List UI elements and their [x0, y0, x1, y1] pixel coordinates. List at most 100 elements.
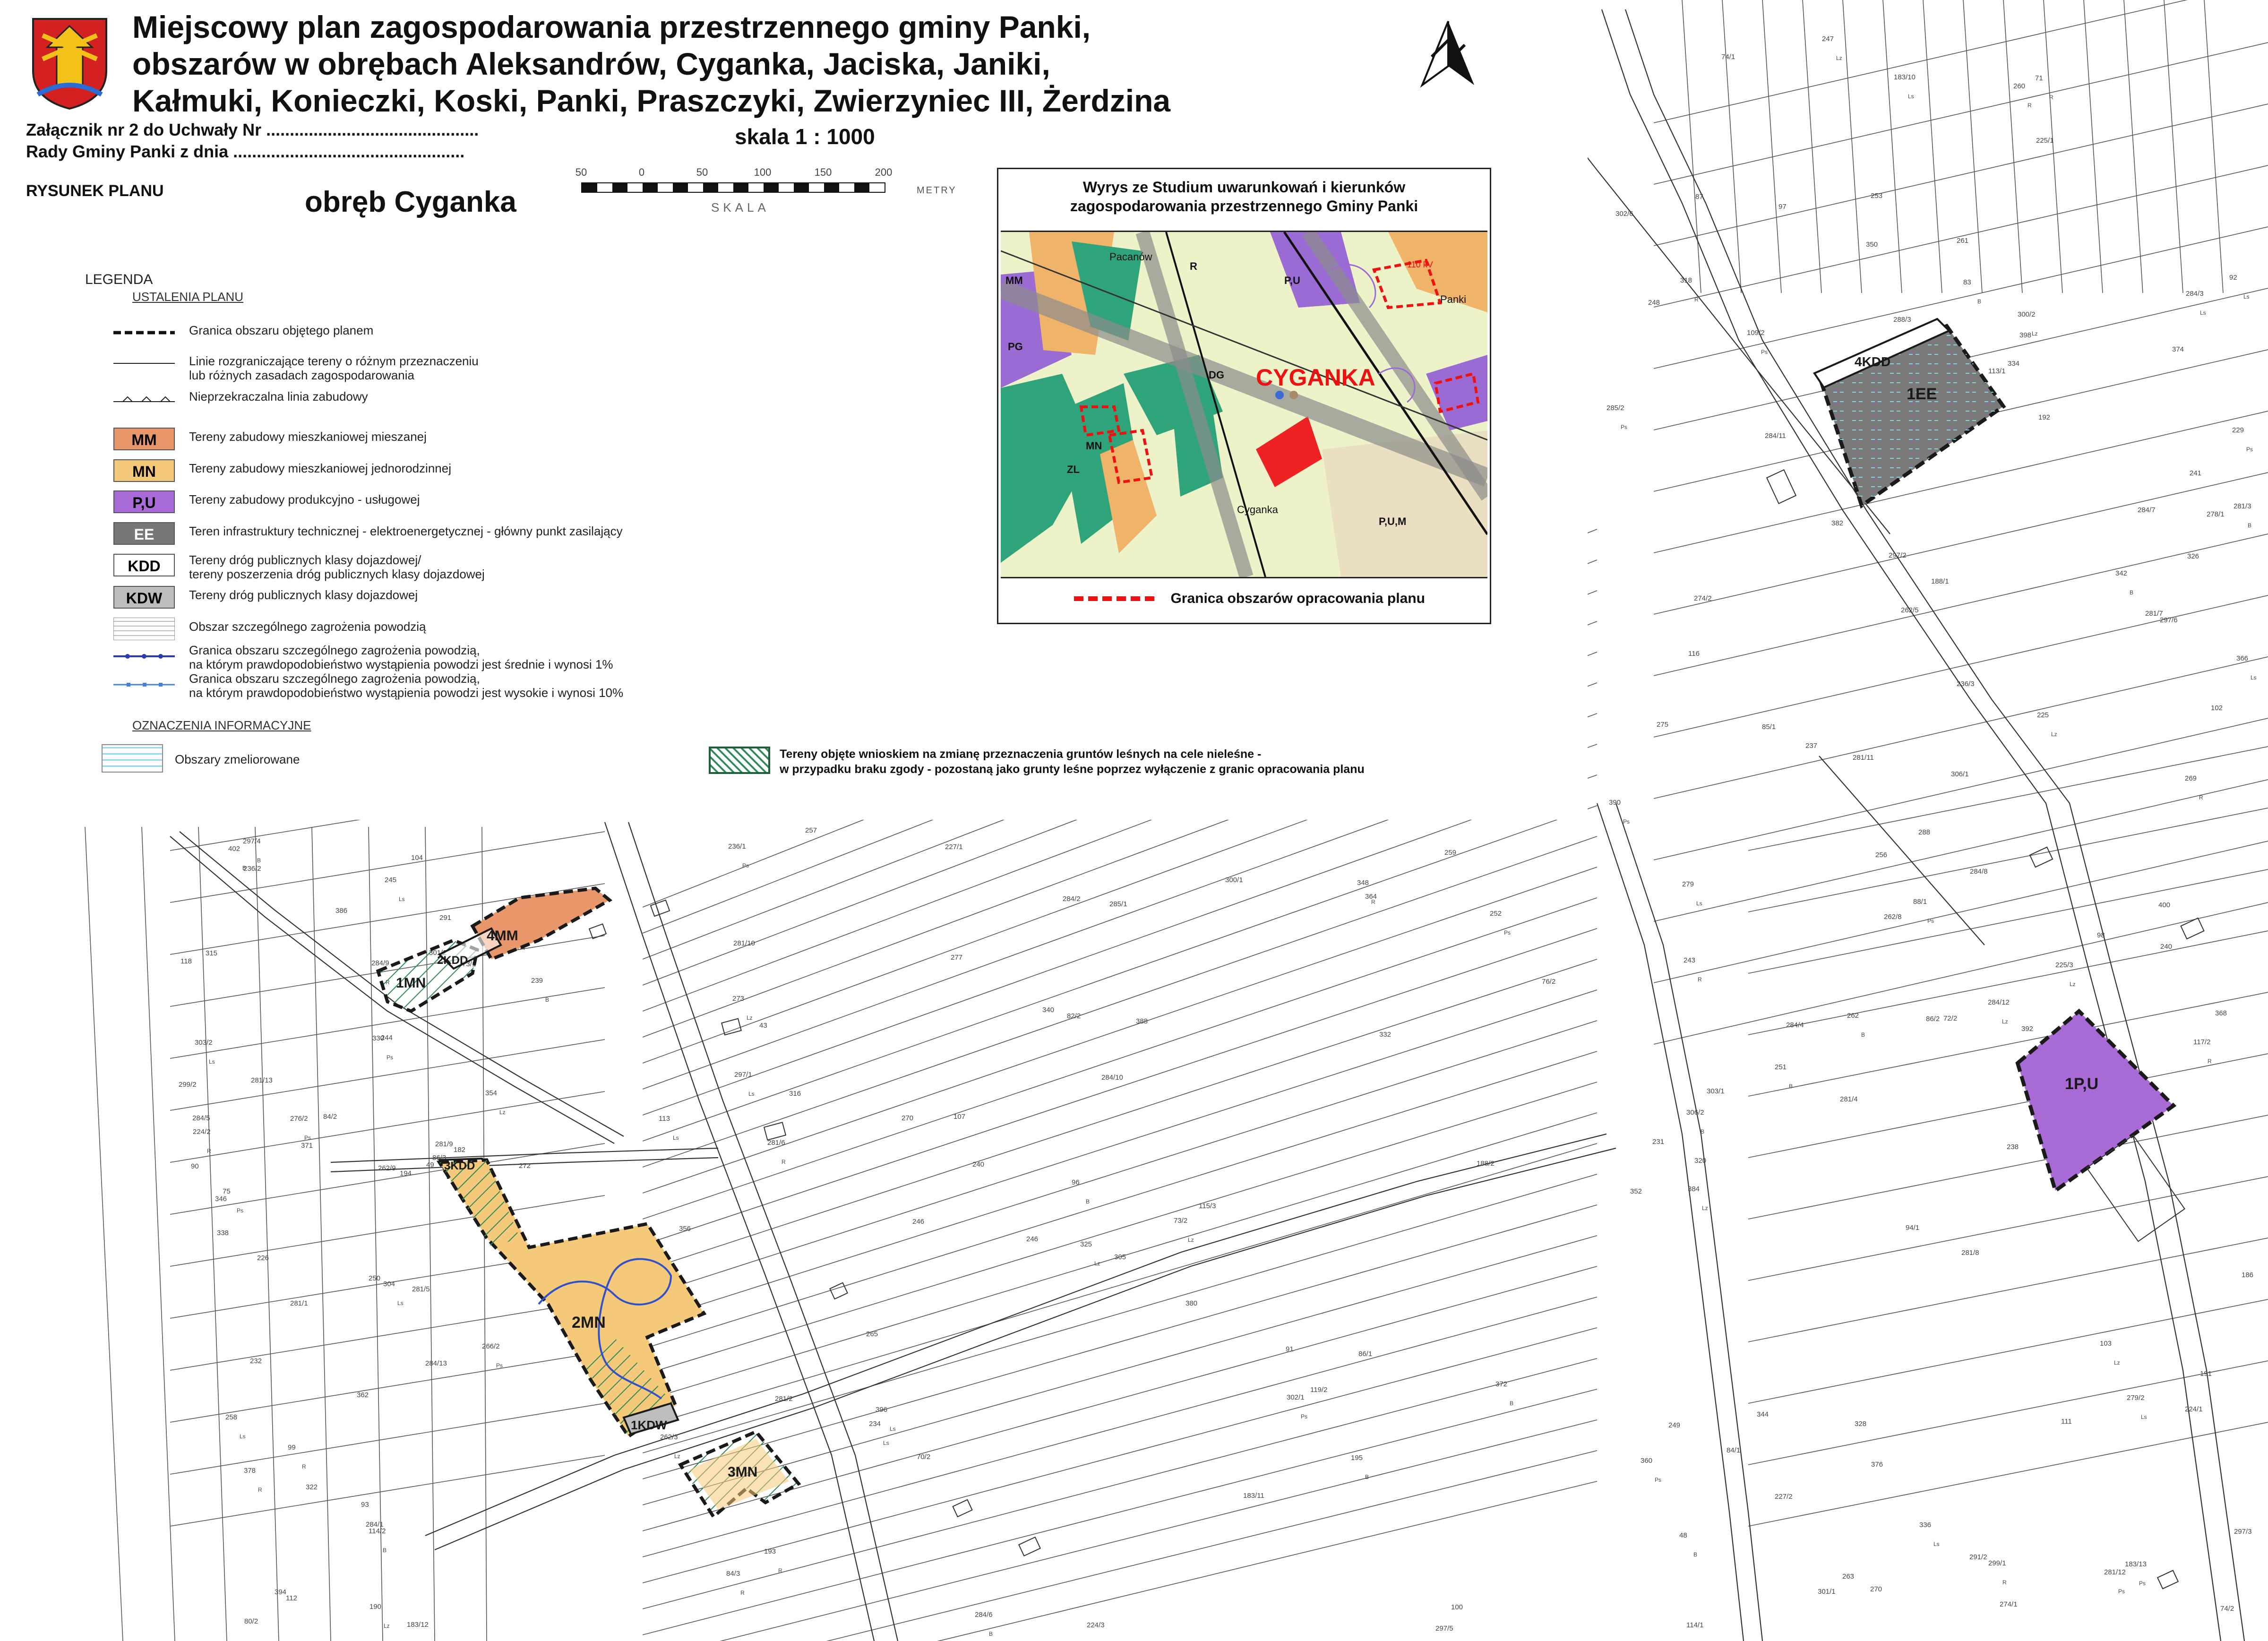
parcel-number: 246	[1026, 1235, 1038, 1243]
parcel-number: 231	[1652, 1138, 1664, 1146]
parcel-number: 84/3	[726, 1570, 740, 1578]
parcel-line	[642, 1389, 1598, 1635]
label-1pu: 1P,U	[2065, 1075, 2098, 1093]
parcel-number: 316	[789, 1090, 801, 1098]
parcel-number: 305	[1114, 1253, 1126, 1261]
parcel-number: 302/1	[1287, 1393, 1305, 1401]
map-sheet: 304Ls434748B4970/271R72/273/173/2Lz74/17…	[0, 0, 2268, 1641]
land-use-symbol: Ls	[748, 1091, 755, 1097]
parcel-number: 85/1	[1762, 723, 1776, 731]
parcel-line	[255, 826, 279, 1641]
parcel-number: 326	[2187, 552, 2199, 560]
parcel-line	[1748, 746, 2268, 851]
parcel-number: 117/2	[2193, 1038, 2210, 1046]
land-use-symbol: Lz	[2051, 731, 2057, 738]
parcel-number: 384	[1688, 1185, 1700, 1193]
inset-label: Panki	[1440, 293, 1466, 305]
parcel-number: 107	[954, 1113, 965, 1121]
inset-title-line-2: zagospodarowania przestrzennego Gminy Pa…	[1070, 198, 1418, 215]
land-use-symbol: B	[1701, 1128, 1704, 1135]
parcel-number: 306/1	[1951, 770, 1969, 778]
parcel-number: 388	[1136, 1017, 1148, 1025]
parcel-number: 90	[191, 1162, 199, 1170]
land-use-symbol: B	[383, 1547, 387, 1554]
parcel-number: 102	[2211, 704, 2223, 712]
land-use-symbol: Ps	[1504, 929, 1511, 936]
parcel-number: 259	[1444, 849, 1456, 857]
parcel-number: 88/1	[1913, 898, 1927, 906]
parcel-number: 297/4	[243, 837, 261, 845]
parcel-number: 112	[286, 1594, 297, 1602]
parcel-line	[642, 1204, 1598, 1479]
parcel-line	[1653, 779, 2268, 922]
parcel-number: 243	[1684, 956, 1695, 964]
parcel-number: 336	[1919, 1521, 1931, 1529]
legend-symbol	[113, 352, 175, 375]
parcel-number: 281/11	[1853, 754, 1874, 762]
land-use-symbol: R	[782, 1159, 786, 1165]
parcel-number: 94/1	[1906, 1224, 1919, 1232]
land-use-symbol: Ps	[2246, 446, 2253, 453]
parcel-number: 84/2	[323, 1113, 337, 1121]
parcel-number: 91	[1286, 1345, 1294, 1353]
label-2mn: 2MN	[572, 1314, 606, 1332]
land-use-symbol: Ps	[1761, 349, 1768, 355]
parcel-number: 195	[1351, 1454, 1363, 1462]
land-use-symbol: R	[2208, 1058, 2212, 1065]
land-use-symbol: R	[1694, 296, 1699, 303]
parcel-number: 284/10	[1101, 1074, 1123, 1082]
parcel-number: 183/11	[1243, 1492, 1264, 1500]
parcel-number: 302/6	[1615, 210, 1633, 218]
parcel-number: 281/9	[435, 1140, 453, 1148]
label-2kdd: 2KDD	[437, 954, 468, 967]
parcel-number: 245	[385, 876, 396, 884]
land-use-symbol: B	[1510, 1400, 1513, 1407]
parcel-number: 306/2	[1686, 1108, 1704, 1117]
legend-section-plan: USTALENIA PLANU	[132, 290, 244, 304]
land-use-symbol: Ls	[240, 1433, 246, 1440]
parcel-number: 273	[732, 995, 744, 1003]
parcel-number: 281/3	[2234, 502, 2251, 510]
parcel-number: 113/1	[1988, 367, 2005, 375]
legend-text: Granica obszaru szczególnego zagrożenia …	[189, 671, 480, 686]
parcel-number: 266/2	[482, 1342, 500, 1350]
parcel-number: 80/2	[244, 1617, 258, 1625]
legend-code: EE	[113, 522, 175, 545]
scale-tick: 50	[696, 166, 708, 178]
land-use-symbol: B	[1861, 1031, 1865, 1038]
parcel-number: 225	[2037, 711, 2049, 719]
parcel-number: 303/2	[195, 1039, 213, 1047]
land-use-symbol: Ps	[1623, 818, 1630, 825]
parcel-number: 352	[1630, 1187, 1642, 1195]
scale-tick: 50	[575, 166, 587, 178]
parcel-line	[1653, 472, 2268, 615]
parcel-number: 281/10	[733, 939, 755, 947]
parcel-number: 258	[225, 1413, 237, 1421]
parcel-line	[2204, 0, 2224, 293]
parcel-number: 269	[2185, 774, 2197, 782]
parcel-number: 75	[223, 1187, 231, 1195]
parcel-number: 356	[679, 1225, 691, 1233]
title-line-2: obszarów w obrębach Aleksandrów, Cyganka…	[132, 46, 1050, 81]
parcel-number: 111	[2061, 1418, 2072, 1426]
scale-ticks: 50 0 50 100 150 200	[574, 166, 952, 180]
legend-code: MM	[113, 428, 175, 450]
land-use-symbol: Ps	[1655, 1477, 1661, 1483]
parcel-number: 288	[1918, 828, 1930, 836]
parcel-number: 303/1	[1707, 1087, 1725, 1095]
inset-title: Wyrys ze Studium uwarunkowań i kierunków…	[998, 178, 1490, 215]
parcel-number: 285/1	[1109, 900, 1127, 908]
parcel-line	[1748, 1176, 2268, 1281]
inset-label: MM	[1005, 275, 1023, 286]
parcel-line	[1748, 1422, 2268, 1527]
land-use-symbol: Ls	[883, 1440, 889, 1446]
parcel-number: 96	[1072, 1178, 1080, 1186]
parcel-number: 100	[1451, 1603, 1463, 1611]
parcel-number: 380	[1186, 1299, 1197, 1307]
parcel-line	[170, 1039, 605, 1111]
parcel-number: 224/2	[193, 1128, 211, 1136]
legend-symbol	[113, 645, 175, 668]
parcel-line	[1653, 165, 2268, 308]
resolution-line-1: Załącznik nr 2 do Uchwały Nr ...........…	[26, 120, 479, 139]
parcel-number: 118	[180, 957, 192, 965]
